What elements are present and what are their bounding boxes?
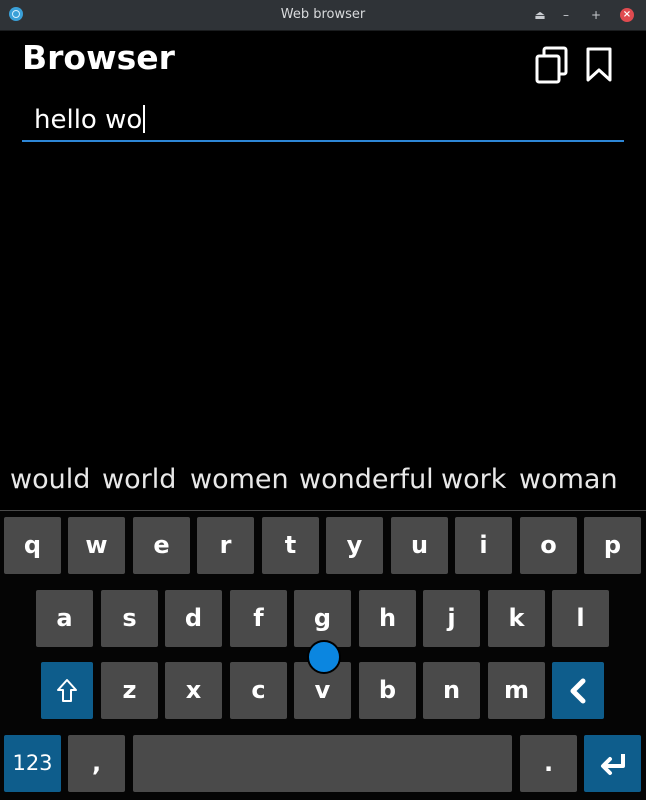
key-t[interactable]: t <box>262 517 319 574</box>
key-f[interactable]: f <box>230 590 287 647</box>
key-w[interactable]: w <box>68 517 125 574</box>
enter-icon <box>600 754 625 775</box>
text-caret <box>143 105 146 133</box>
numbers-key[interactable]: 123 <box>4 735 61 792</box>
key-l[interactable]: l <box>552 590 609 647</box>
key-n[interactable]: n <box>423 662 480 719</box>
bookmark-icon <box>586 47 612 82</box>
url-input[interactable]: hello wo <box>22 100 624 142</box>
key-x[interactable]: x <box>165 662 222 719</box>
key-y[interactable]: y <box>326 517 383 574</box>
suggestion-would[interactable]: would <box>10 464 90 495</box>
key-r[interactable]: r <box>197 517 254 574</box>
key-p[interactable]: p <box>584 517 641 574</box>
key-o[interactable]: o <box>520 517 577 574</box>
shift-key[interactable] <box>41 662 93 719</box>
comma-key[interactable]: , <box>68 735 125 792</box>
url-input-text: hello wo <box>34 105 146 135</box>
window-titlebar: Web browser ⏏ – + × <box>0 0 646 31</box>
key-b[interactable]: b <box>359 662 416 719</box>
tabs-icon <box>535 46 568 84</box>
suggestion-wonderful[interactable]: wonderful <box>299 464 434 495</box>
key-c[interactable]: c <box>230 662 287 719</box>
key-j[interactable]: j <box>423 590 480 647</box>
period-key[interactable]: . <box>520 735 577 792</box>
backspace-key[interactable] <box>552 662 604 719</box>
suggestion-woman[interactable]: woman <box>519 464 618 495</box>
maximize-icon[interactable]: + <box>586 5 606 25</box>
key-m[interactable]: m <box>488 662 545 719</box>
touch-indicator <box>307 640 341 674</box>
key-z[interactable]: z <box>101 662 158 719</box>
suggestion-work[interactable]: work <box>441 464 506 495</box>
suggestion-world[interactable]: world <box>102 464 176 495</box>
suggestion-bar: would world women wonderful work woman <box>0 450 646 511</box>
minimize-icon[interactable]: – <box>556 5 576 25</box>
suggestion-women[interactable]: women <box>190 464 289 495</box>
enter-key[interactable] <box>584 735 641 792</box>
space-key[interactable] <box>133 735 512 792</box>
key-h[interactable]: h <box>359 590 416 647</box>
key-k[interactable]: k <box>488 590 545 647</box>
key-u[interactable]: u <box>391 517 448 574</box>
key-a[interactable]: a <box>36 590 93 647</box>
key-i[interactable]: i <box>455 517 512 574</box>
url-input-value: hello wo <box>34 105 143 135</box>
bookmark-button[interactable] <box>584 46 620 86</box>
key-q[interactable]: q <box>4 517 61 574</box>
key-e[interactable]: e <box>133 517 190 574</box>
page-title: Browser <box>22 38 175 77</box>
key-s[interactable]: s <box>101 590 158 647</box>
key-d[interactable]: d <box>165 590 222 647</box>
close-icon[interactable]: × <box>620 8 634 22</box>
key-g[interactable]: g <box>294 590 351 647</box>
backspace-icon <box>570 678 586 704</box>
window-menu-icon[interactable]: ⏏ <box>530 5 550 25</box>
tabs-button[interactable] <box>534 46 570 86</box>
shift-icon <box>57 679 77 702</box>
